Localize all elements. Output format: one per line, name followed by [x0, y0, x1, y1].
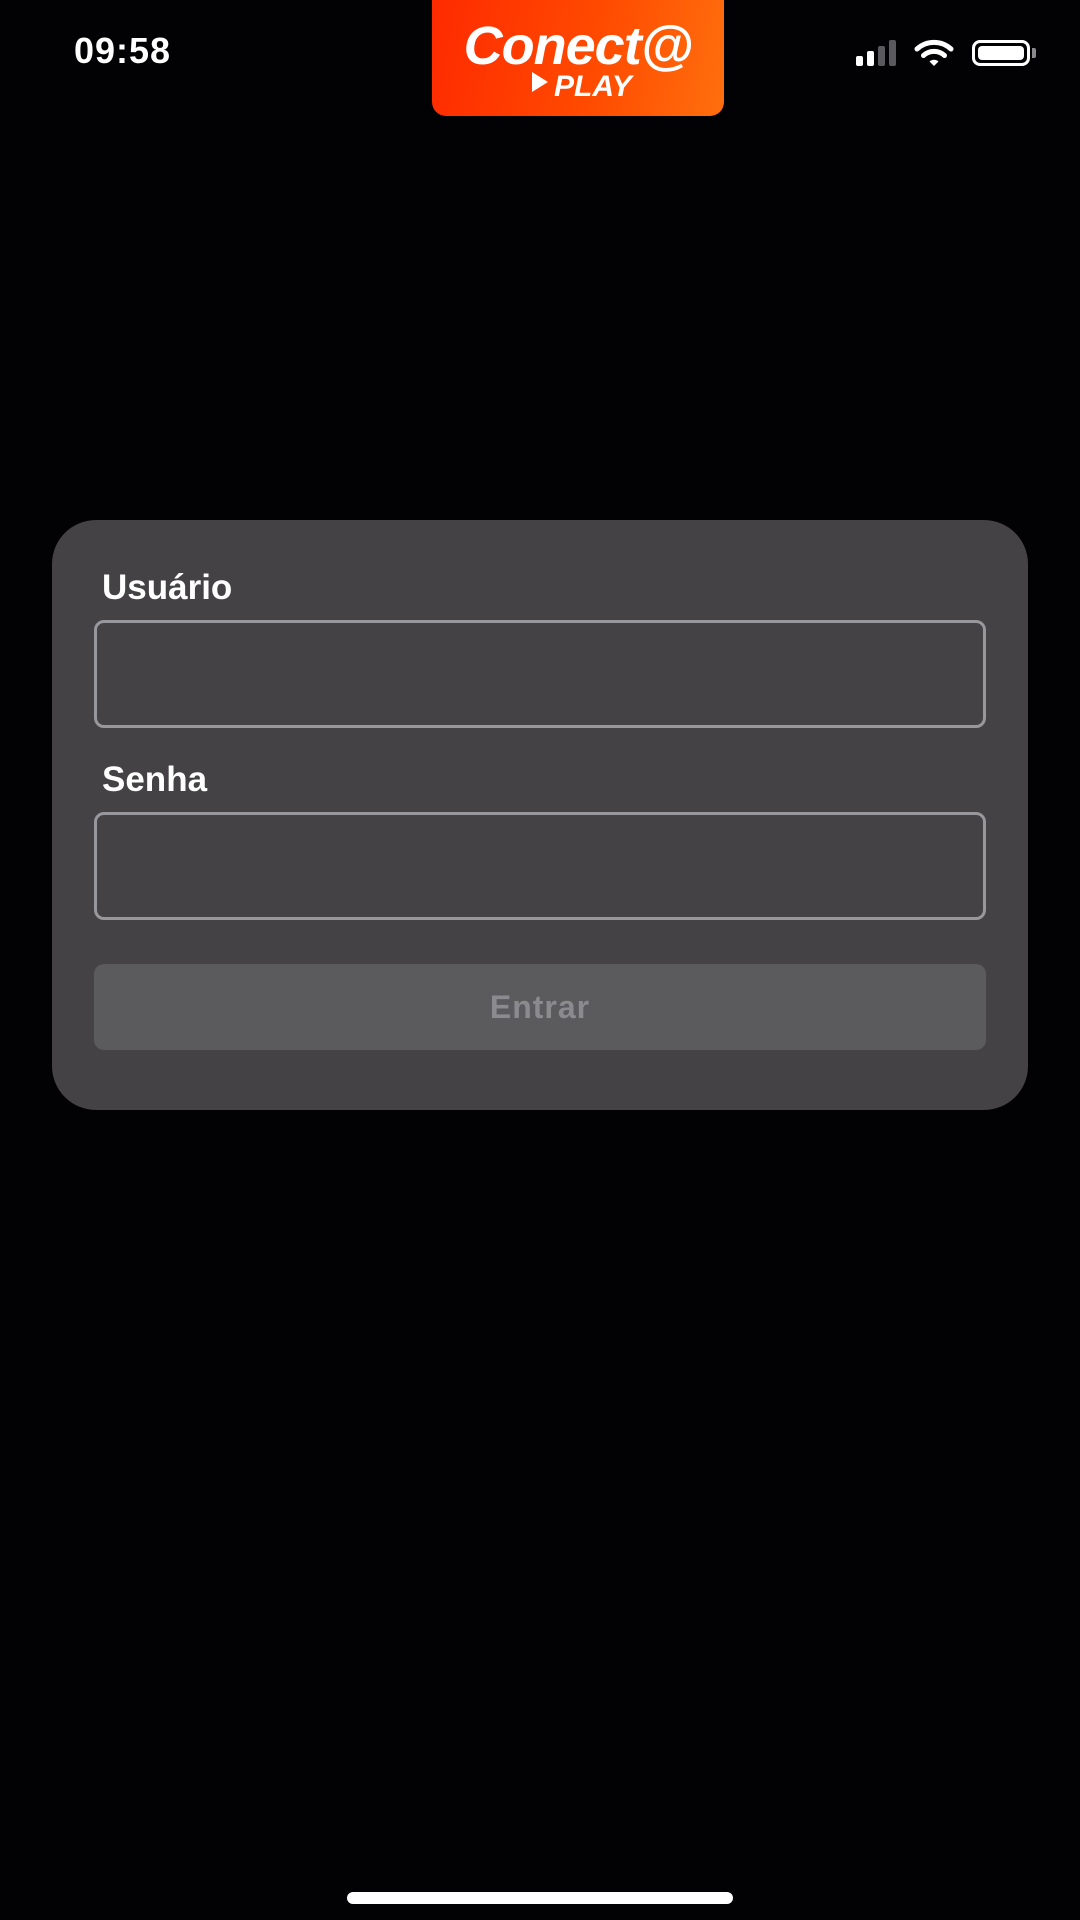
brand-logo: Conect@ PLAY [464, 16, 694, 103]
home-indicator[interactable] [347, 1892, 733, 1904]
login-button[interactable]: Entrar [94, 964, 986, 1050]
brand-tagline: PLAY [554, 70, 635, 103]
password-label: Senha [102, 760, 208, 799]
login-card: Usuário Senha Entrar [52, 520, 1028, 1110]
status-time: 09:58 [74, 30, 172, 71]
username-label: Usuário [102, 568, 233, 607]
wifi-icon [914, 39, 954, 66]
signal-icon [856, 40, 896, 66]
password-field[interactable] [94, 812, 986, 920]
status-icons [856, 38, 1036, 68]
username-field[interactable] [94, 620, 986, 728]
brand-name: Conect@ [464, 16, 693, 76]
battery-icon [972, 40, 1036, 66]
brand-logo-badge: Conect@ PLAY [432, 0, 724, 116]
